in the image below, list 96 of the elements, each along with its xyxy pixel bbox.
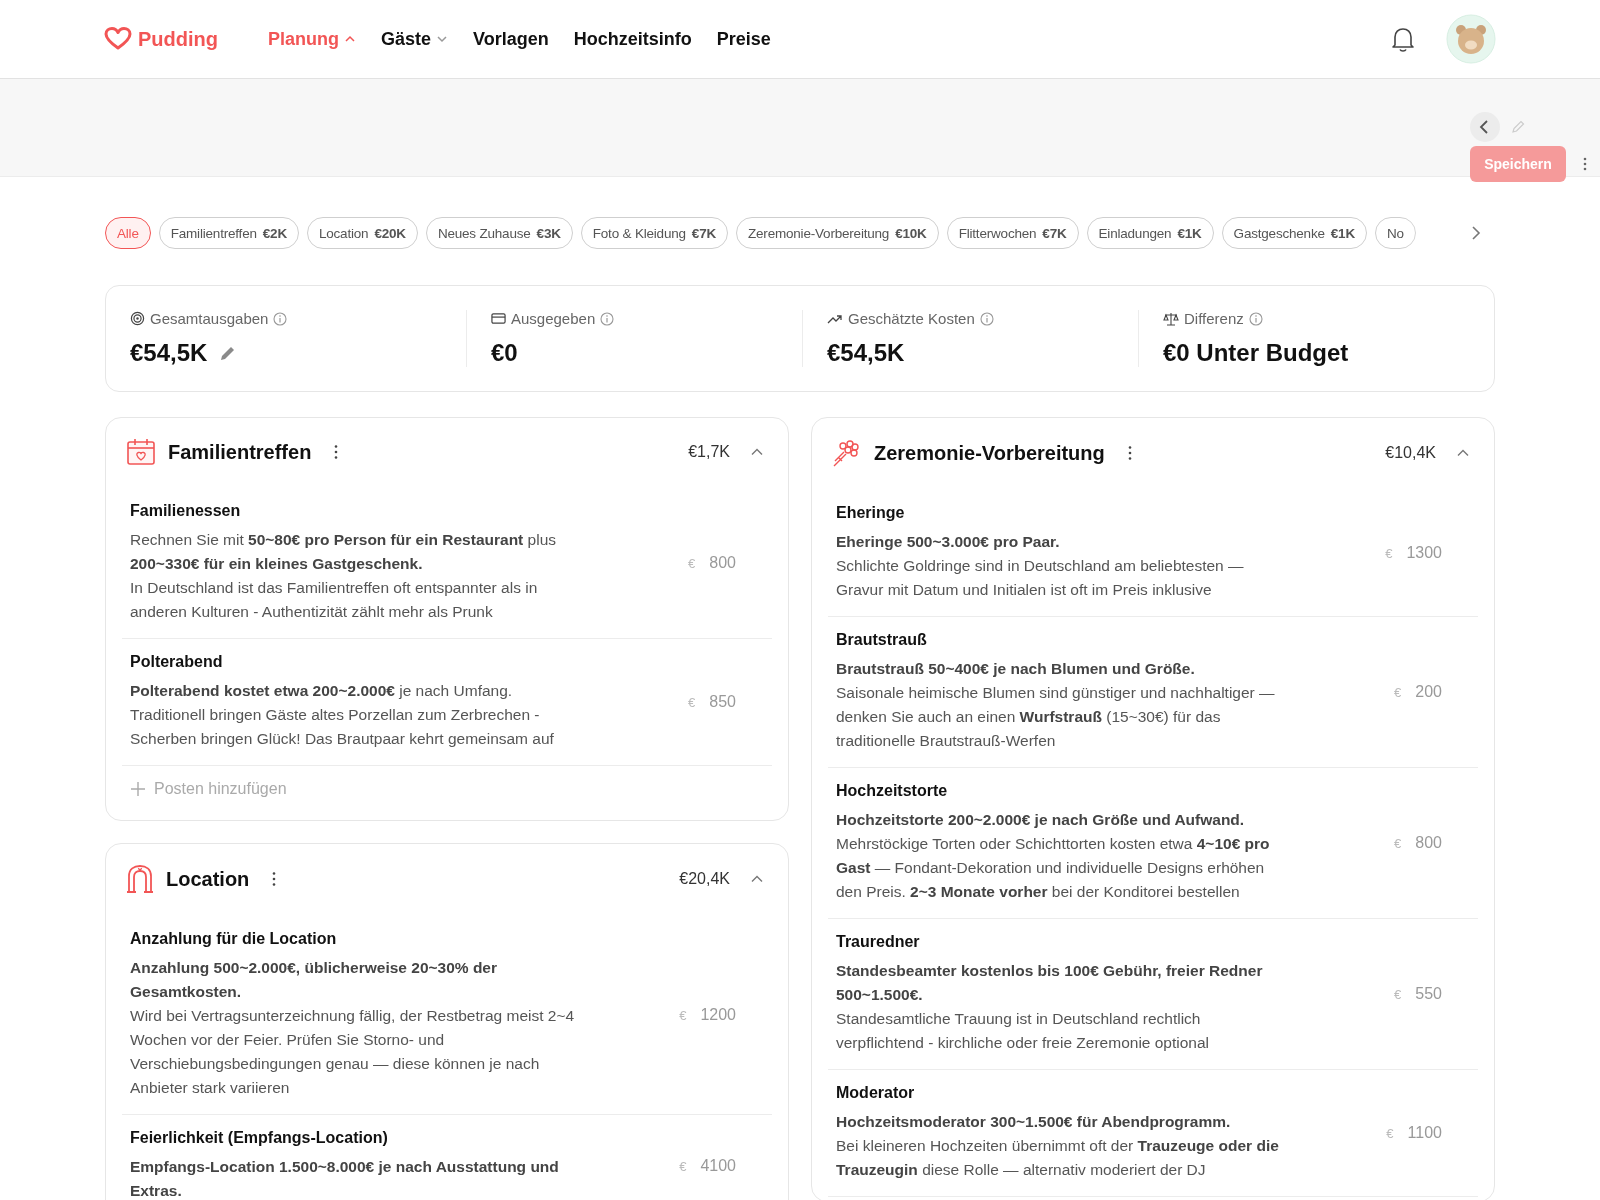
- category-total: €1,7K: [688, 443, 730, 461]
- currency-symbol: €: [1394, 986, 1402, 1002]
- category-title: Location: [166, 867, 250, 891]
- item-description: Polterabend kostet etwa 200~2.000€ je nach Umfang.: [130, 681, 514, 701]
- summary-label: Geschätzte Kosten: [848, 310, 975, 327]
- summary-value: €0 Unter Budget: [1163, 339, 1349, 367]
- item-description: Rechnen Sie mit 50~80€ pro Person für ein Restaurant plus 200~330€ für ein kleines Gastgeschenk.: [130, 530, 557, 574]
- more-icon[interactable]: [271, 871, 278, 887]
- filter-chip[interactable]: Location €20K: [306, 217, 418, 249]
- add-item-button[interactable]: Posten hinzufügen: [122, 772, 295, 806]
- item-description: Saisonale heimische Blumen sind günstiger und nachhaltiger — denken Sie auch an einen Wurfstrauß (15~30€) für das traditionelle Brautstrauß-Werfen: [836, 683, 1276, 751]
- currency-symbol: €: [679, 1158, 687, 1174]
- category-total: €20,4K: [679, 870, 730, 888]
- item-title: Hochzeitstorte: [836, 782, 949, 800]
- filter-chip[interactable]: Gastgeschenke €1K: [1221, 217, 1367, 249]
- item-description: In Deutschland ist das Familientreffen oft entspannter als in anderen Kulturen - Authentizität zählt mehr als Prunk: [130, 578, 539, 622]
- summary-label: Ausgegeben: [511, 310, 596, 327]
- arch-icon: [126, 864, 154, 894]
- item-title: Trauredner: [836, 933, 921, 951]
- amount-field[interactable]: 850: [709, 693, 736, 711]
- item-description: Empfangs-Location 1.500~8.000€ je nach Ausstattung und Extras.: [130, 1157, 560, 1200]
- filter-chip[interactable]: Foto & Kleidung €7K: [580, 217, 728, 249]
- more-icon[interactable]: [333, 444, 340, 460]
- summary-value: €54,5K: [827, 339, 905, 367]
- currency-symbol: €: [1394, 835, 1402, 851]
- amount-field[interactable]: 550: [1415, 985, 1442, 1003]
- summary-label: Differenz: [1184, 310, 1244, 327]
- item-title: Moderator: [836, 1084, 916, 1102]
- trend-up-icon: [827, 312, 843, 325]
- amount-field[interactable]: 1100: [1407, 1124, 1442, 1142]
- item-description: Hochzeitstorte 200~2.000€ je nach Größe und Aufwand.: [836, 810, 1246, 830]
- item-description: Schlichte Goldringe sind in Deutschland am beliebtesten — Gravur mit Datum und Initialen ist oft im Preis inklusive: [836, 556, 1245, 600]
- amount-field[interactable]: 1200: [700, 1006, 736, 1024]
- nav-link[interactable]: Planung: [268, 28, 356, 50]
- filter-chip[interactable]: Familientreffen €2K: [158, 217, 299, 249]
- amount-field[interactable]: 1300: [1406, 544, 1442, 562]
- balance-scale-icon: [1163, 311, 1179, 326]
- filter-chip[interactable]: Alle: [105, 217, 151, 249]
- info-icon[interactable]: [273, 311, 288, 326]
- nav-link[interactable]: Hochzeitsinfo: [573, 28, 692, 50]
- currency-symbol: €: [1394, 684, 1402, 700]
- currency-symbol: €: [1386, 1125, 1394, 1141]
- item-description: Traditionell bringen Gäste altes Porzellan zum Zerbrechen - Scherben bringen Glück! Das Brautpaar kehrt gemeinsam auf: [130, 705, 555, 749]
- summary-label: Gesamtausgaben: [150, 310, 269, 327]
- item-description: Anzahlung 500~2.000€, üblicherweise 20~30% der Gesamtkosten.: [130, 958, 498, 1002]
- chevron-right-icon[interactable]: [1469, 224, 1483, 242]
- filter-chip[interactable]: Neues Zuhause €3K: [425, 217, 573, 249]
- item-description: Hochzeitsmoderator 300~1.500€ für Abendprogramm.: [836, 1112, 1232, 1132]
- nav-link[interactable]: Vorlagen: [473, 28, 549, 50]
- category-total: €10,4K: [1385, 444, 1436, 462]
- avatar[interactable]: [1446, 14, 1496, 64]
- category-title: Familientreffen: [168, 440, 312, 464]
- notification-bell-icon[interactable]: [1390, 25, 1416, 53]
- item-description: Eheringe 500~3.000€ pro Paar.: [836, 532, 1061, 552]
- item-description: Mehrstöckige Torten oder Schichttorten kosten etwa 4~10€ pro Gast — Fondant-Dekoration und individuelle Designs erhöhen den Preis. 2~3 Monate vorher bei der Konditorei bestellen: [836, 834, 1271, 902]
- item-description: Brautstrauß 50~400€ je nach Blumen und Größe.: [836, 659, 1196, 679]
- item-title: Polterabend: [130, 653, 224, 671]
- item-title: Familienessen: [130, 502, 242, 520]
- info-icon[interactable]: [600, 311, 615, 326]
- heart-logo-icon: [104, 27, 132, 51]
- nav-link[interactable]: Preise: [716, 28, 771, 50]
- item-title: Eheringe: [836, 504, 906, 522]
- filter-chip[interactable]: Flitterwochen €7K: [946, 217, 1079, 249]
- target-icon: [130, 311, 145, 326]
- amount-field[interactable]: 800: [1415, 834, 1442, 852]
- summary-value: €54,5K: [130, 339, 208, 367]
- back-icon[interactable]: [1470, 112, 1500, 142]
- filter-chip[interactable]: No: [1374, 217, 1416, 249]
- info-icon[interactable]: [1248, 311, 1263, 326]
- logo-text[interactable]: Pudding: [138, 27, 218, 51]
- amount-field[interactable]: 200: [1415, 683, 1442, 701]
- item-description: Standesbeamter kostenlos bis 100€ Gebühr, freier Redner 500~1.500€.: [836, 961, 1264, 1005]
- nav-link[interactable]: Gäste: [381, 28, 448, 50]
- currency-symbol: €: [688, 555, 696, 571]
- more-icon[interactable]: [1582, 156, 1588, 172]
- currency-symbol: €: [688, 694, 696, 710]
- item-title: Brautstrauß: [836, 631, 928, 649]
- filter-chip[interactable]: Zeremonie-Vorbereitung €10K: [736, 217, 939, 249]
- plus-icon: [130, 781, 146, 797]
- currency-symbol: €: [1385, 545, 1393, 561]
- item-description: Bei kleineren Hochzeiten übernimmt oft der Trauzeuge oder die Trauzeugin diese Rolle — alternativ moderiert der DJ: [836, 1136, 1280, 1180]
- item-title: Feierlichkeit (Empfangs-Location): [130, 1129, 389, 1147]
- credit-card-icon: [491, 312, 506, 325]
- amount-field[interactable]: 800: [709, 554, 736, 572]
- category-title: Zeremonie-Vorbereitung: [874, 441, 1105, 465]
- currency-symbol: €: [679, 1007, 687, 1023]
- info-icon[interactable]: [979, 311, 994, 326]
- item-description: Wird bei Vertragsunterzeichnung fällig, der Restbetrag meist 2~4 Wochen vor der Feier. Prüfen Sie Storno- und Verschiebungsbedingungen genau — diese können je nach Anbieter stark variieren: [130, 1006, 576, 1098]
- item-title: Anzahlung für die Location: [130, 930, 338, 948]
- item-description: Standesamtliche Trauung ist in Deutschland rechtlich verpflichtend - kirchliche oder freie Zeremonie optional: [836, 1009, 1211, 1053]
- amount-field[interactable]: 4100: [700, 1157, 736, 1175]
- more-icon[interactable]: [1126, 445, 1133, 461]
- filter-chip[interactable]: Einladungen €1K: [1086, 217, 1214, 249]
- save-button[interactable]: Speichern: [1470, 146, 1566, 182]
- summary-value: €0: [491, 339, 518, 367]
- bouquet-icon: [832, 438, 862, 468]
